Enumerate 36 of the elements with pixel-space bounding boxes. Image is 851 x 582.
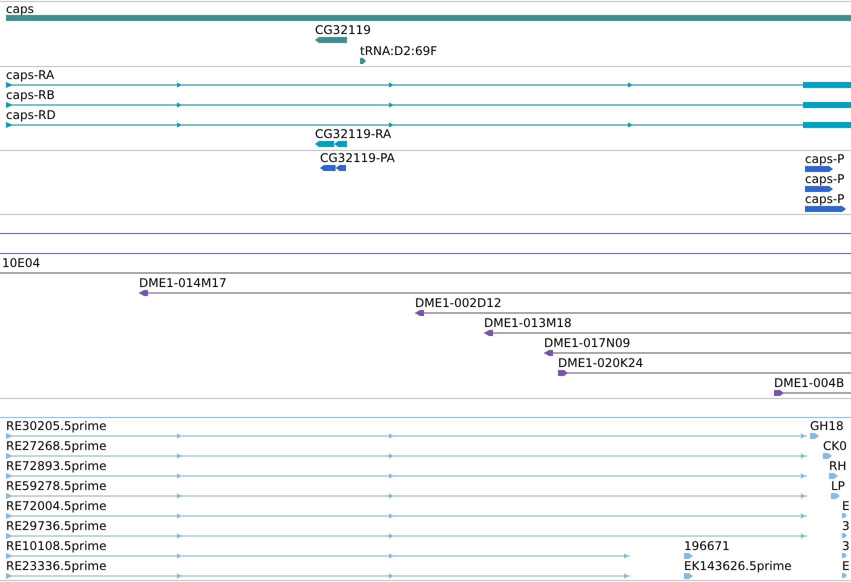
feature-label: CG32119-RA — [315, 127, 392, 141]
feature-label: RE23336.5prime — [6, 559, 106, 573]
feature-label: DME1-002D12 — [415, 296, 502, 310]
feature-label: DME1-017N09 — [544, 336, 630, 350]
feature-label: CK0 — [823, 439, 847, 453]
feature-label: 10E04 — [2, 256, 40, 270]
feature-label: caps-P — [805, 172, 844, 186]
feature-label: DME1-014M17 — [139, 276, 227, 290]
feature-label: RE29736.5prime — [6, 519, 106, 533]
feature-label: caps-RA — [6, 68, 54, 82]
feature-label: RE10108.5prime — [6, 539, 106, 553]
feature-label: CG32119-PA — [320, 151, 395, 165]
feature-label: caps-P — [805, 192, 844, 206]
feature-label: DME1-020K24 — [558, 356, 644, 370]
feature-label: DME1-004B — [774, 376, 844, 390]
feature-label: E — [842, 559, 850, 573]
feature-label: 3 — [842, 519, 850, 533]
feature-label: caps-RB — [6, 88, 55, 102]
feature-label: RE27268.5prime — [6, 439, 106, 453]
feature-label: 3 — [842, 539, 850, 553]
feature-label: caps-RD — [6, 108, 56, 122]
feature-label: RE72004.5prime — [6, 499, 106, 513]
feature-label: caps-P — [805, 152, 844, 166]
feature-label: caps — [6, 2, 34, 16]
feature-label: RE72893.5prime — [6, 459, 106, 473]
feature-label: DME1-013M18 — [484, 316, 572, 330]
feature-label: LP — [831, 479, 845, 493]
feature-label: RH — [829, 459, 846, 473]
feature-label: E — [842, 499, 850, 513]
feature-label: tRNA:D2:69F — [360, 44, 438, 58]
feature-label: GH18 — [810, 419, 844, 433]
feature-label: 196671 — [684, 539, 730, 553]
feature-label: CG32119 — [315, 23, 371, 37]
feature-label: RE30205.5prime — [6, 419, 106, 433]
feature-label: EK143626.5prime — [684, 559, 792, 573]
feature-label: RE59278.5prime — [6, 479, 106, 493]
